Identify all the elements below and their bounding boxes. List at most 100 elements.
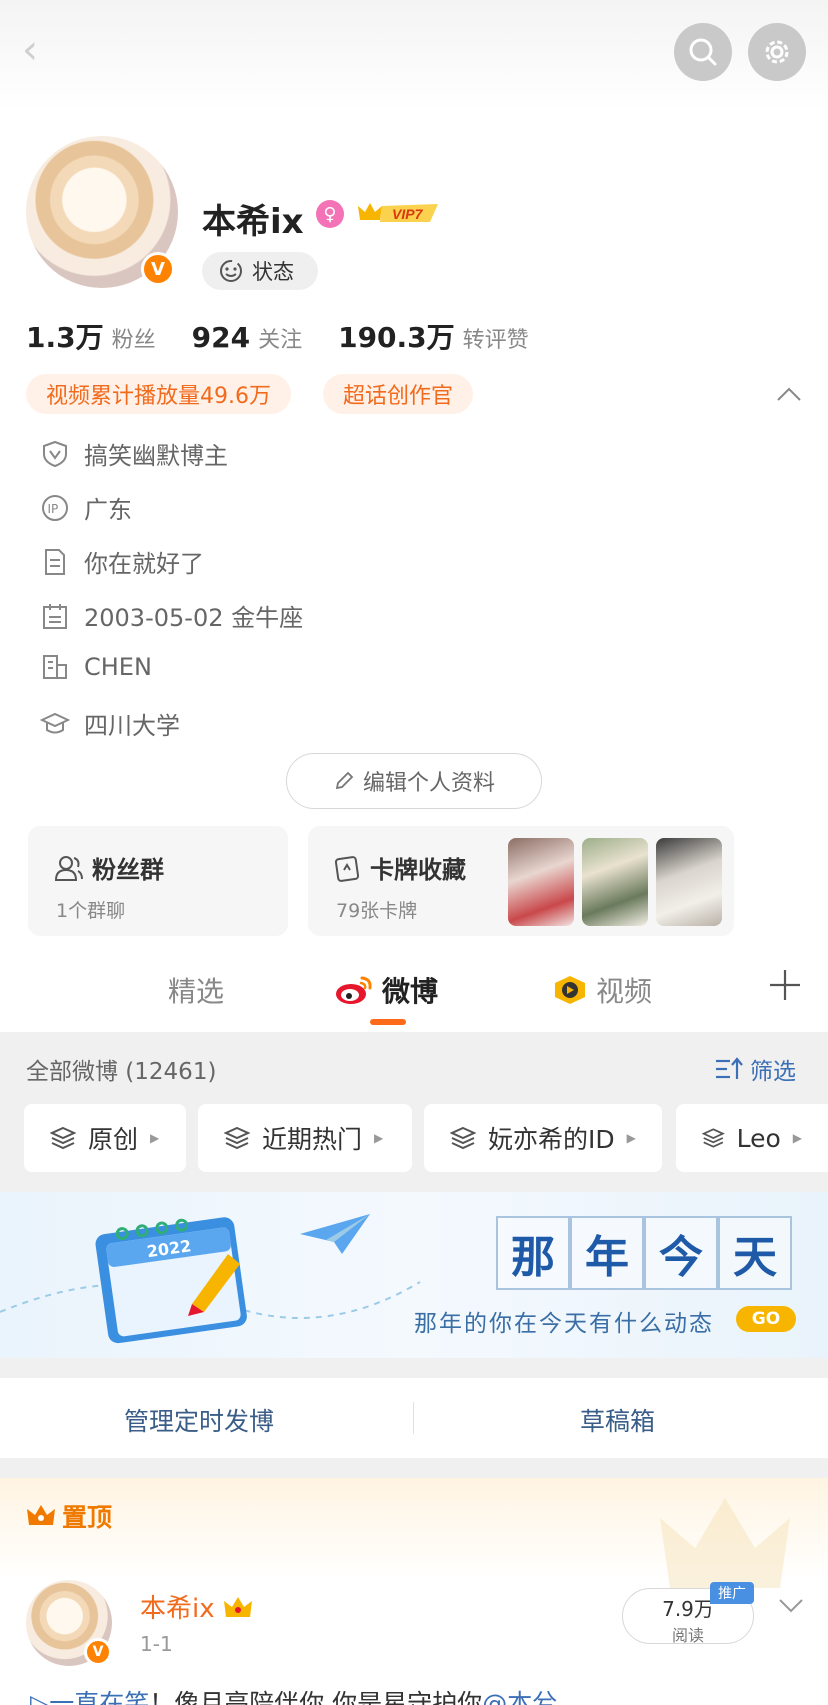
info-row-bio: 你在就好了 xyxy=(40,544,204,579)
tab-label: 精选 xyxy=(168,975,225,1008)
pinned-text: 置顶 xyxy=(62,1503,113,1532)
post-link[interactable]: ▷一直在笑 xyxy=(30,1689,149,1705)
pinned-label: 置顶 xyxy=(26,1498,112,1534)
crown-icon xyxy=(27,1505,55,1525)
card-thumbnail xyxy=(508,838,574,926)
post-body: ！像月亮陪伴你 你是星守护你 xyxy=(149,1689,483,1705)
settings-button[interactable] xyxy=(748,23,806,81)
chip-recent-hot[interactable]: 近期热门 ▶ xyxy=(198,1104,412,1172)
stat-label: 关注 xyxy=(258,328,303,353)
search-icon xyxy=(689,38,717,66)
chip-leo[interactable]: Leo ▶ xyxy=(676,1104,828,1172)
banner-char: 天 xyxy=(718,1216,792,1290)
card-thumbnail xyxy=(656,838,722,926)
chip-label: Leo xyxy=(736,1123,781,1153)
vip-badge[interactable]: VIP7 xyxy=(356,198,442,228)
caret-right-icon: ▶ xyxy=(150,1131,160,1145)
info-text: CHEN xyxy=(84,653,152,681)
username: 本希ix xyxy=(202,202,304,242)
verified-badge-icon: V xyxy=(84,1638,112,1666)
tab-weibo[interactable]: 微博 xyxy=(334,970,438,1010)
edit-profile-label: 编辑个人资料 xyxy=(362,771,495,796)
document-icon xyxy=(40,547,70,577)
info-row-birthday: 2003-05-02 金牛座 xyxy=(40,598,303,633)
stat-number: 190.3万 xyxy=(338,321,455,354)
card-collection-card[interactable]: 卡牌收藏 79张卡牌 xyxy=(308,826,734,936)
info-text: 2003-05-02 金牛座 xyxy=(84,604,304,632)
info-text: 四川大学 xyxy=(84,712,180,740)
tab-label: 微博 xyxy=(382,975,439,1008)
layers-icon xyxy=(702,1128,725,1148)
stat-label: 粉丝 xyxy=(111,328,156,353)
post-text[interactable]: ▷一直在笑！像月亮陪伴你 你是星守护你@本兮 xyxy=(30,1684,810,1705)
stats-row: 1.3万 粉丝 924 关注 190.3万 转评赞 xyxy=(26,316,529,356)
chip-custom-id[interactable]: 妧亦希的ID ▶ xyxy=(424,1104,662,1172)
drafts-button[interactable]: 草稿箱 xyxy=(580,1402,655,1438)
ip-icon: IP xyxy=(40,493,70,523)
search-button[interactable] xyxy=(674,23,732,81)
female-icon: ♀ xyxy=(316,200,344,228)
banner-char: 年 xyxy=(570,1216,644,1290)
fan-group-sub: 1个群聊 xyxy=(56,900,126,922)
svg-text:IP: IP xyxy=(48,502,59,516)
back-chevron-icon[interactable]: ‹ xyxy=(22,30,52,70)
manage-row: 管理定时发博 草稿箱 xyxy=(0,1378,828,1458)
stat-likes[interactable]: 190.3万 转评赞 xyxy=(338,316,529,356)
status-button[interactable]: 状态 xyxy=(202,252,318,290)
post-menu-chevron-icon[interactable] xyxy=(776,1590,806,1620)
banner-char: 那 xyxy=(496,1216,570,1290)
card-collection-icon xyxy=(334,855,360,882)
stat-followers[interactable]: 1.3万 粉丝 xyxy=(26,316,156,356)
pencil-icon xyxy=(335,771,354,790)
vip-crown-icon xyxy=(223,1597,252,1617)
info-row-school: 四川大学 xyxy=(40,706,180,741)
post-mention[interactable]: @本兮 xyxy=(482,1689,557,1705)
info-text: 你在就好了 xyxy=(84,550,204,578)
layers-icon xyxy=(450,1126,476,1150)
banner-subtitle: 那年的你在今天有什么动态 xyxy=(414,1311,714,1337)
post-author-name: 本希ix xyxy=(140,1594,215,1624)
stat-following[interactable]: 924 关注 xyxy=(192,321,302,354)
filter-label: 筛选 xyxy=(750,1059,796,1085)
add-tab-icon[interactable] xyxy=(768,966,802,1012)
scheduled-posts-button[interactable]: 管理定时发博 xyxy=(124,1402,274,1438)
video-icon xyxy=(555,976,585,1004)
chip-original[interactable]: 原创 ▶ xyxy=(24,1104,186,1172)
tab-video[interactable]: 视频 xyxy=(552,970,652,1010)
filter-icon xyxy=(716,1057,743,1079)
tab-featured[interactable]: 精选 xyxy=(168,970,224,1010)
status-label: 状态 xyxy=(252,260,294,284)
section-divider xyxy=(0,1458,828,1478)
layers-icon xyxy=(50,1126,76,1150)
chip-label: 近期热门 xyxy=(262,1125,363,1154)
verified-badge-icon: V xyxy=(141,252,175,286)
status-face-icon xyxy=(220,260,242,282)
post-author[interactable]: 本希ix xyxy=(140,1588,253,1625)
info-row-company: CHEN xyxy=(40,652,152,682)
group-icon xyxy=(54,855,83,881)
edit-profile-button[interactable]: 编辑个人资料 xyxy=(286,753,542,809)
section-divider xyxy=(0,1358,828,1378)
weibo-logo-icon xyxy=(336,976,372,1004)
banner-go-button[interactable]: GO xyxy=(736,1306,796,1332)
info-text: 搞笑幽默博主 xyxy=(84,442,228,470)
fan-group-card[interactable]: 粉丝群 1个群聊 xyxy=(28,826,288,936)
all-weibo-count[interactable]: 全部微博 (12461) xyxy=(26,1052,216,1086)
caret-right-icon: ▶ xyxy=(626,1131,636,1145)
separator xyxy=(413,1402,414,1434)
chip-label: 原创 xyxy=(88,1125,139,1154)
collapse-chevron-icon[interactable] xyxy=(774,380,804,410)
building-icon xyxy=(40,652,70,682)
caret-right-icon: ▶ xyxy=(374,1131,384,1145)
card-thumbnail xyxy=(582,838,648,926)
card-collection-sub: 79张卡牌 xyxy=(336,900,418,922)
tab-label: 视频 xyxy=(596,975,653,1008)
promo-badge[interactable]: 推广 xyxy=(710,1582,754,1604)
read-label: 阅读 xyxy=(671,1626,704,1645)
stat-label: 转评赞 xyxy=(462,328,529,353)
active-tab-indicator xyxy=(370,1019,406,1025)
tag-video-plays[interactable]: 视频累计播放量49.6万 xyxy=(26,374,291,414)
tag-supertopic-creator[interactable]: 超话创作官 xyxy=(323,374,474,414)
chip-label: 妧亦希的ID xyxy=(488,1125,615,1154)
filter-button[interactable]: 筛选 xyxy=(714,1052,796,1086)
